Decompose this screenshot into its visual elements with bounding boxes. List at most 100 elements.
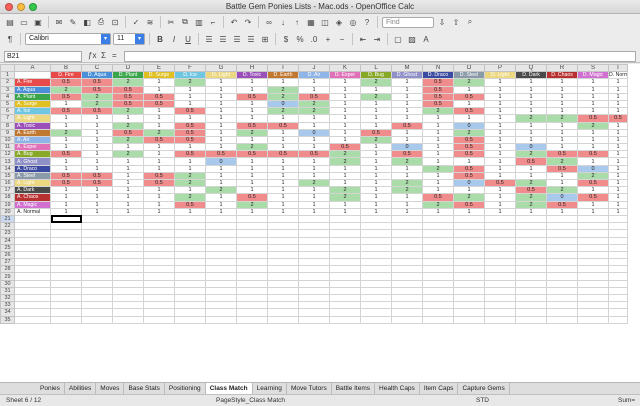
effectiveness-cell[interactable]: 1 (515, 128, 547, 137)
effectiveness-cell[interactable]: 2 (360, 78, 392, 87)
sheet-tab[interactable]: Abilities (65, 383, 97, 394)
effectiveness-cell[interactable]: 1 (298, 78, 330, 87)
row-header[interactable]: 35 (0, 315, 15, 324)
effectiveness-cell[interactable]: 2 (298, 107, 330, 116)
cell[interactable] (50, 258, 82, 267)
effectiveness-cell[interactable]: 1 (422, 143, 454, 152)
effectiveness-cell[interactable]: 0.5 (577, 178, 609, 188)
effectiveness-cell[interactable]: 1 (577, 200, 609, 209)
effectiveness-cell[interactable]: 1 (484, 114, 516, 123)
cell[interactable] (14, 265, 51, 274)
effectiveness-cell[interactable]: 1 (205, 178, 237, 188)
effectiveness-cell[interactable]: 1 (360, 178, 392, 188)
effectiveness-cell[interactable]: 1 (329, 107, 361, 116)
cell[interactable] (174, 301, 206, 310)
cell[interactable] (205, 229, 237, 238)
effectiveness-cell[interactable]: 1 (391, 92, 423, 101)
cell[interactable] (14, 250, 51, 260)
effectiveness-cell[interactable]: 2 (112, 78, 144, 87)
effectiveness-cell[interactable]: 1 (608, 171, 628, 181)
effectiveness-cell[interactable]: 1 (391, 114, 423, 123)
cell[interactable] (453, 265, 485, 274)
effectiveness-cell[interactable]: 1 (484, 200, 516, 209)
effectiveness-cell[interactable]: 1 (112, 114, 144, 123)
effectiveness-cell[interactable]: 0 (577, 164, 609, 173)
cell[interactable] (143, 308, 175, 317)
save-icon[interactable]: ▣ (32, 16, 44, 28)
effectiveness-cell[interactable]: 1 (608, 164, 628, 173)
cell[interactable] (329, 279, 361, 288)
effectiveness-cell[interactable]: 0 (391, 143, 423, 152)
effectiveness-cell[interactable]: 1 (546, 128, 578, 137)
cell[interactable] (360, 236, 392, 245)
cell[interactable] (298, 286, 330, 296)
cell[interactable] (577, 315, 609, 324)
cell[interactable] (608, 272, 628, 281)
cell[interactable] (298, 301, 330, 310)
cell[interactable] (484, 293, 516, 303)
effectiveness-cell[interactable]: 0.5 (50, 178, 82, 188)
effectiveness-cell[interactable]: 1 (298, 143, 330, 152)
cell[interactable] (205, 301, 237, 310)
cell[interactable] (422, 236, 454, 245)
clone-format-icon[interactable]: ⌐ (207, 16, 219, 28)
cell[interactable] (515, 308, 547, 317)
effectiveness-cell[interactable]: 2 (236, 128, 268, 137)
effectiveness-cell[interactable]: 1 (360, 99, 392, 109)
cell[interactable] (81, 293, 113, 303)
effectiveness-cell[interactable]: 2 (577, 171, 609, 181)
effectiveness-cell[interactable]: 1 (422, 157, 454, 166)
effectiveness-cell[interactable]: 1 (360, 107, 392, 116)
cut-icon[interactable]: ✂ (165, 16, 177, 28)
effectiveness-cell[interactable]: 1 (608, 150, 628, 159)
cell[interactable] (298, 214, 330, 224)
effectiveness-cell[interactable]: 2 (577, 121, 609, 130)
effectiveness-cell[interactable]: 0.5 (174, 107, 206, 116)
cell[interactable] (236, 243, 268, 252)
row-header[interactable]: 25 (0, 243, 15, 252)
effectiveness-cell[interactable]: 1 (329, 92, 361, 101)
cell[interactable] (14, 236, 51, 245)
effectiveness-cell[interactable]: 1 (484, 207, 516, 216)
cell[interactable] (360, 250, 392, 260)
align-left-icon[interactable]: ☰ (203, 33, 215, 45)
effectiveness-cell[interactable]: 1 (546, 135, 578, 145)
cell[interactable] (422, 293, 454, 303)
effectiveness-cell[interactable]: 1 (205, 92, 237, 101)
cell[interactable] (112, 293, 144, 303)
cell[interactable] (143, 229, 175, 238)
cell[interactable] (391, 315, 423, 324)
cell[interactable] (515, 279, 547, 288)
cell[interactable] (174, 315, 206, 324)
cell[interactable] (236, 308, 268, 317)
effectiveness-cell[interactable]: 2 (391, 186, 423, 195)
row-header[interactable]: 6 (0, 107, 15, 116)
effectiveness-cell[interactable]: 1 (81, 164, 113, 173)
effectiveness-cell[interactable]: 1 (112, 200, 144, 209)
cell[interactable] (484, 265, 516, 274)
effectiveness-cell[interactable]: 1 (329, 128, 361, 137)
effectiveness-cell[interactable]: 1 (112, 186, 144, 195)
cell[interactable] (81, 308, 113, 317)
effectiveness-cell[interactable]: 1 (174, 92, 206, 101)
effectiveness-cell[interactable]: 2 (205, 186, 237, 195)
effectiveness-cell[interactable]: 1 (298, 200, 330, 209)
cell[interactable] (422, 315, 454, 324)
effectiveness-cell[interactable]: 0.5 (143, 178, 175, 188)
row-header[interactable]: 33 (0, 301, 15, 310)
cell[interactable] (81, 243, 113, 252)
effectiveness-cell[interactable]: 0.5 (577, 150, 609, 159)
effectiveness-cell[interactable]: 1 (608, 85, 628, 94)
effectiveness-cell[interactable]: 0.5 (81, 85, 113, 94)
effectiveness-cell[interactable]: 1 (484, 193, 516, 202)
row-header[interactable]: 24 (0, 236, 15, 245)
effectiveness-cell[interactable]: 1 (608, 143, 628, 152)
effectiveness-cell[interactable]: 1 (143, 121, 175, 130)
italic-button[interactable]: I (168, 33, 180, 45)
sort-ascending-icon[interactable]: ↓ (277, 16, 289, 28)
cell[interactable] (360, 243, 392, 252)
effectiveness-cell[interactable]: 0.5 (515, 186, 547, 195)
cell[interactable] (577, 214, 609, 224)
cell[interactable] (236, 272, 268, 281)
cell[interactable] (484, 229, 516, 238)
